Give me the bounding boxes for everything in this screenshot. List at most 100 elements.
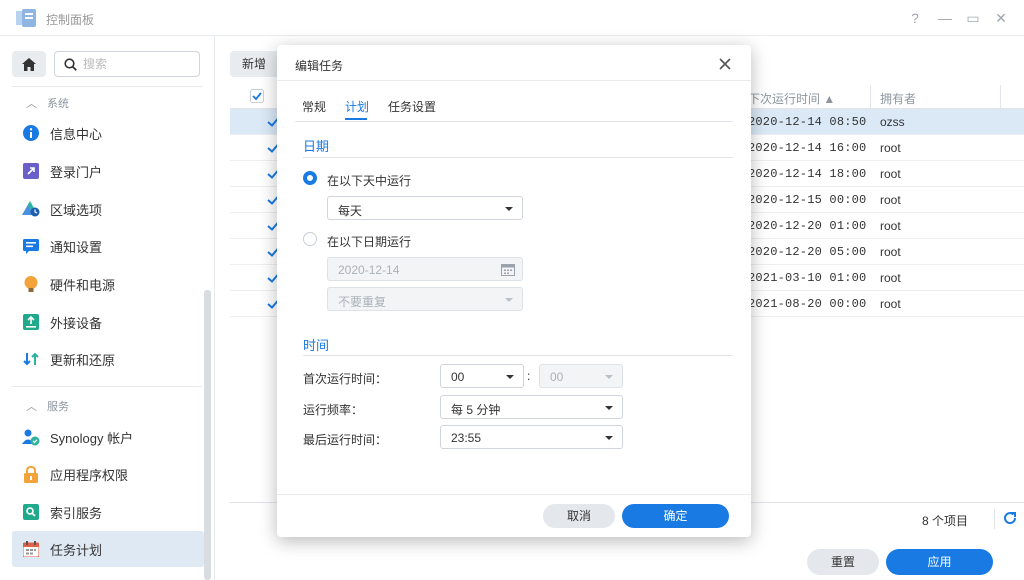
dialog-header-divider <box>277 80 751 81</box>
owner-cell: root <box>880 219 901 233</box>
apply-button[interactable]: 应用 <box>886 549 993 575</box>
index-icon <box>22 503 40 521</box>
first-run-minute-select[interactable]: 00 <box>539 364 623 388</box>
chevron-down-icon <box>506 375 514 379</box>
last-run-select[interactable]: 23:55 <box>440 425 623 449</box>
section-divider <box>303 355 733 356</box>
dialog-footer-divider <box>277 494 751 495</box>
last-run-label: 最后运行时间： <box>303 433 388 447</box>
owner-cell: root <box>880 271 901 285</box>
maximize-icon[interactable]: ▭ <box>964 9 982 27</box>
ok-button[interactable]: 确定 <box>622 504 729 528</box>
home-button[interactable] <box>12 51 46 77</box>
section-title-time: 时间 <box>303 338 330 353</box>
section-header-services[interactable]: ︿ 服务 <box>26 398 69 414</box>
sidebar-item-label: 索引服务 <box>50 505 103 521</box>
owner-cell: root <box>880 141 901 155</box>
sidebar-item-label: 任务计划 <box>50 542 103 558</box>
dialog-title: 编辑任务 <box>295 59 344 73</box>
search-icon <box>64 58 77 71</box>
next-run-cell: 2020-12-20 01:00 <box>748 219 867 233</box>
sidebar-item-label: 外接设备 <box>50 315 103 331</box>
column-next-run[interactable]: 下次运行时间 ▲ <box>748 90 835 107</box>
refresh-icon[interactable] <box>1002 510 1018 526</box>
calendar-picker-icon[interactable] <box>501 263 515 276</box>
sidebar-item-label: 登录门户 <box>50 164 103 180</box>
close-window-icon[interactable]: ✕ <box>992 9 1010 27</box>
repeat-select[interactable]: 不要重复 <box>327 287 523 311</box>
radio-run-on-date[interactable] <box>303 232 317 246</box>
cancel-button[interactable]: 取消 <box>543 504 615 528</box>
sidebar-item-task-scheduler[interactable]: 任务计划 <box>12 531 204 567</box>
update-icon <box>22 350 40 368</box>
sidebar-item-label: 区域选项 <box>50 202 103 218</box>
external-device-icon <box>22 313 40 331</box>
first-run-hour-select[interactable]: 00 <box>440 364 524 388</box>
time-colon: : <box>527 369 531 383</box>
chevron-down-icon <box>605 436 613 440</box>
tab-schedule[interactable]: 计划 <box>345 98 369 115</box>
section-title-date: 日期 <box>303 139 330 154</box>
footer-separator <box>994 509 995 529</box>
frequency-select[interactable]: 每 5 分钟 <box>440 395 623 419</box>
chevron-up-icon: ︿ <box>26 98 37 110</box>
sidebar-item-synology-account[interactable]: Synology 帐户 <box>12 419 204 455</box>
chevron-down-icon <box>505 298 513 302</box>
sidebar-item-login-portal[interactable]: 登录门户 <box>12 153 204 189</box>
next-run-cell: 2020-12-14 08:50 <box>748 115 867 129</box>
control-panel-logo-icon <box>16 9 36 27</box>
sidebar-item-notifications[interactable]: 通知设置 <box>12 228 204 264</box>
title-bar: 控制面板 ? — ▭ ✕ <box>0 0 1024 36</box>
region-icon <box>22 200 40 218</box>
owner-cell: root <box>880 193 901 207</box>
owner-cell: ozss <box>880 115 905 129</box>
days-select[interactable]: 每天 <box>327 196 523 220</box>
sidebar-scrollbar[interactable] <box>204 290 211 580</box>
item-count: 8 个项目 <box>922 514 969 528</box>
sidebar-item-app-privileges[interactable]: 应用程序权限 <box>12 456 204 492</box>
active-tab-indicator <box>345 118 367 120</box>
sidebar-divider <box>12 386 202 387</box>
help-icon[interactable]: ? <box>906 9 924 27</box>
next-run-cell: 2020-12-15 00:00 <box>748 193 867 207</box>
sidebar-item-hardware[interactable]: 硬件和电源 <box>12 266 204 302</box>
lock-icon <box>22 465 40 483</box>
first-run-label: 首次运行时间： <box>303 372 388 386</box>
frequency-label: 运行频率： <box>303 403 364 417</box>
chevron-up-icon: ︿ <box>26 401 37 413</box>
tab-bar-line <box>295 121 733 122</box>
notification-icon <box>22 237 40 255</box>
sidebar-item-indexing[interactable]: 索引服务 <box>12 494 204 530</box>
column-owner[interactable]: 拥有者 <box>880 90 916 107</box>
search-input[interactable] <box>83 56 193 72</box>
owner-cell: root <box>880 297 901 311</box>
tab-task-settings[interactable]: 任务设置 <box>388 98 436 115</box>
sidebar-divider <box>12 86 202 87</box>
date-input[interactable]: 2020-12-14 <box>327 257 523 281</box>
chevron-down-icon <box>605 375 613 379</box>
next-run-cell: 2020-12-14 16:00 <box>748 141 867 155</box>
radio-run-on-days[interactable] <box>303 171 317 185</box>
sidebar-item-label: 硬件和电源 <box>50 277 116 293</box>
reset-button[interactable]: 重置 <box>807 549 879 575</box>
section-header-system[interactable]: ︿ 系统 <box>26 95 69 111</box>
sidebar-item-label: 更新和还原 <box>50 352 116 368</box>
edit-task-dialog: 编辑任务 常规 计划 任务设置 日期 在以下天中运行 每天 在以下日期运行 20… <box>277 45 751 537</box>
search-field[interactable] <box>54 51 200 77</box>
account-icon <box>22 428 40 446</box>
owner-cell: root <box>880 245 901 259</box>
column-separator <box>1000 85 1001 109</box>
sidebar-item-update[interactable]: 更新和还原 <box>12 341 204 377</box>
sidebar-item-info-center[interactable]: 信息中心 <box>12 115 204 151</box>
sidebar-item-external-devices[interactable]: 外接设备 <box>12 304 204 340</box>
sidebar-item-label: 应用程序权限 <box>50 467 129 483</box>
sidebar: ︿ 系统 信息中心 登录门户 区域选项 通知设置 硬件和电源 外接 <box>0 36 215 580</box>
window-title: 控制面板 <box>46 13 95 27</box>
tab-general[interactable]: 常规 <box>302 98 326 115</box>
checkbox-header-icon[interactable] <box>250 89 264 103</box>
minimize-icon[interactable]: — <box>936 9 954 27</box>
next-run-cell: 2020-12-14 18:00 <box>748 167 867 181</box>
sidebar-item-region[interactable]: 区域选项 <box>12 191 204 227</box>
column-separator <box>870 85 871 109</box>
close-icon[interactable] <box>718 57 732 71</box>
